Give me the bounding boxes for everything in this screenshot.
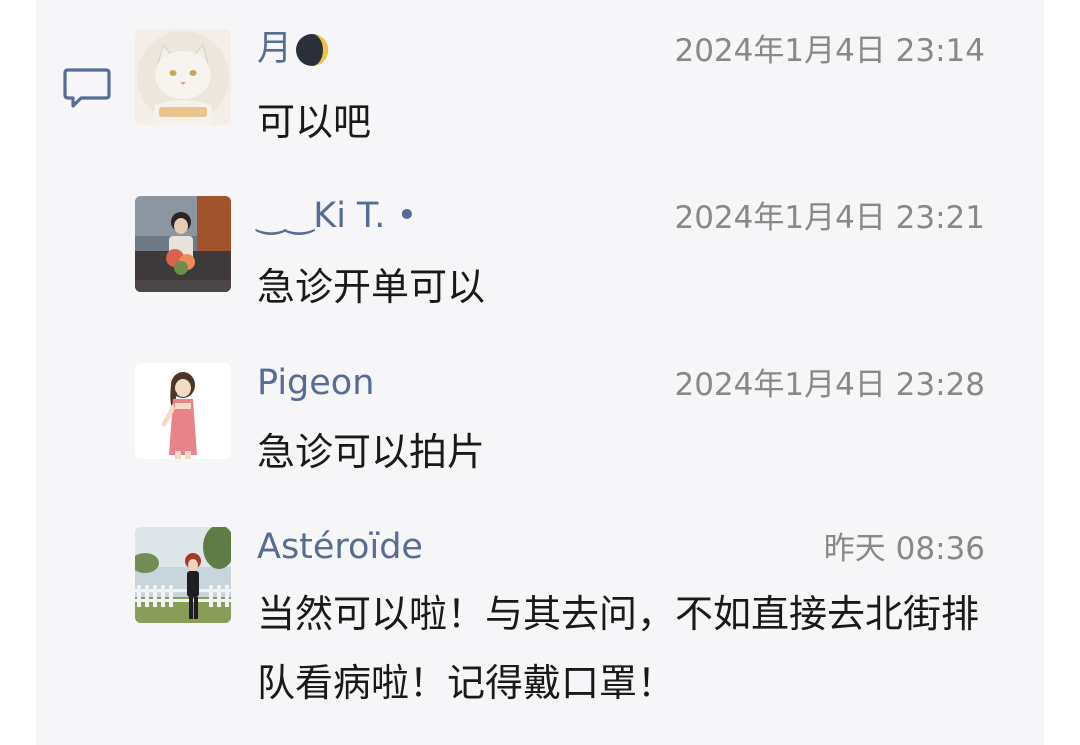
- comment-item: ‿‿Ki T. • 2024年1月4日 23:21 急诊开单可以: [135, 196, 985, 326]
- comment-item: Pigeon 2024年1月4日 23:28 急诊可以拍片: [135, 363, 985, 493]
- comment-time: 2024年1月4日 23:14: [674, 33, 985, 69]
- cat-avatar[interactable]: [135, 29, 231, 125]
- moon-emoji-icon: [294, 32, 330, 68]
- comment-item: Astéroïde 昨天 08:36 当然可以啦！与其去问，不如直接去北街排队看…: [135, 527, 985, 727]
- comment-text: 急诊可以拍片: [257, 430, 486, 474]
- comment-item: 月 2024年1月4日 23:14 可以吧: [135, 29, 985, 159]
- comment-author[interactable]: ‿‿Ki T. •: [257, 196, 417, 236]
- comment-text: 可以吧: [257, 100, 372, 144]
- comment-author[interactable]: 月: [257, 29, 330, 69]
- comment-text: 急诊开单可以: [257, 265, 486, 309]
- anime-girl-avatar[interactable]: [135, 363, 231, 459]
- comment-time: 2024年1月4日 23:28: [674, 367, 985, 403]
- comment-author[interactable]: Astéroïde: [257, 527, 423, 567]
- comment-time: 2024年1月4日 23:21: [674, 200, 985, 236]
- comment-author[interactable]: Pigeon: [257, 363, 374, 403]
- girl-by-fence-avatar[interactable]: [135, 527, 231, 623]
- comment-time: 昨天 08:36: [823, 531, 985, 567]
- comment-icon: [62, 66, 112, 110]
- comment-text: 当然可以啦！与其去问，不如直接去北街排队看病啦！记得戴口罩！: [257, 592, 980, 705]
- girl-with-flowers-avatar[interactable]: [135, 196, 231, 292]
